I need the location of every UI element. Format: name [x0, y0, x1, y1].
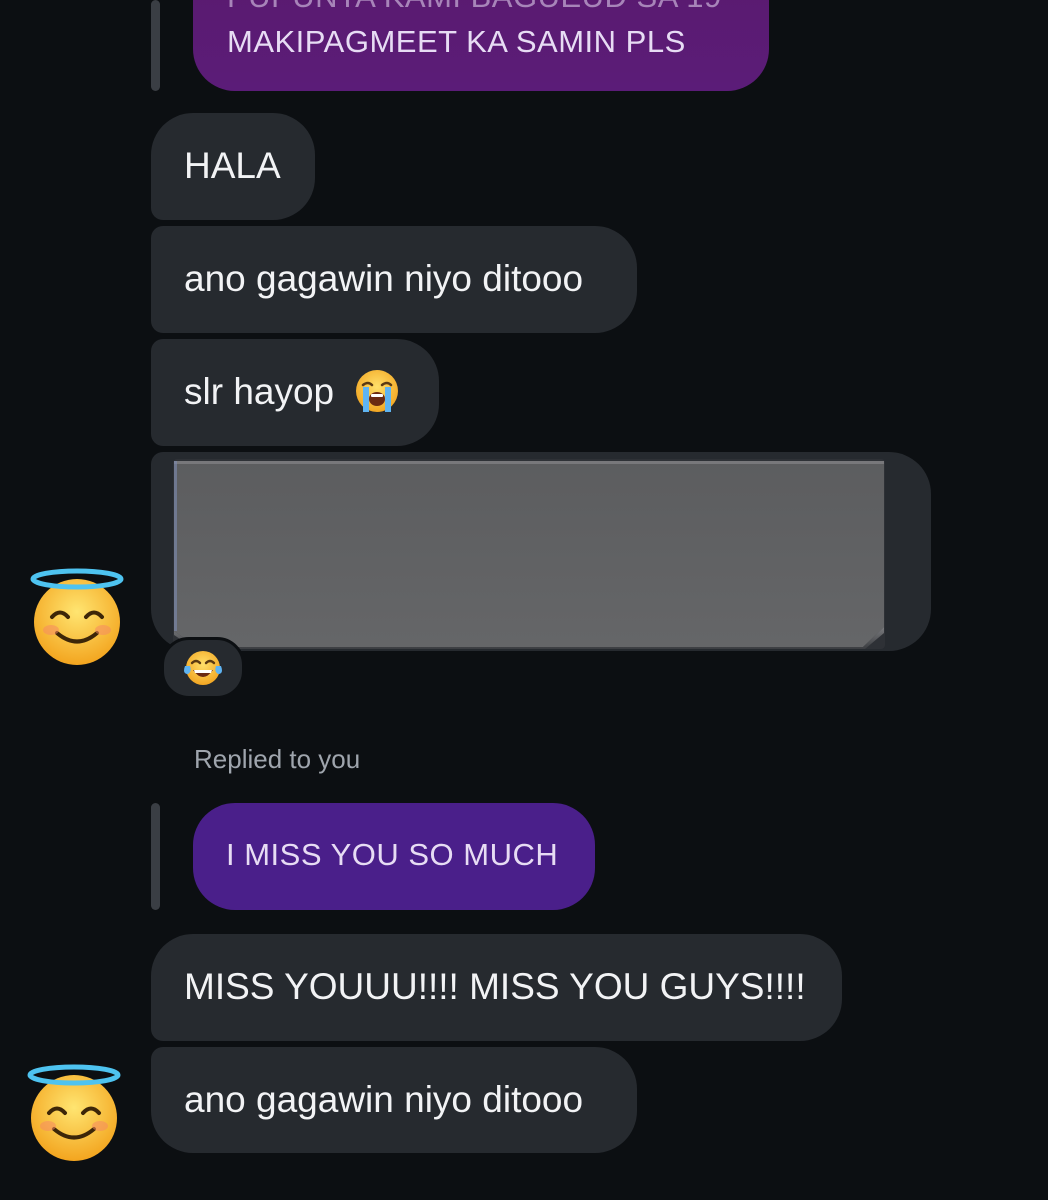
message-text: ano gagawin niyo ditooo	[184, 258, 584, 299]
incoming-message-bubble[interactable]: ano gagawin niyo ditooo	[151, 226, 637, 333]
message-text: slr hayop	[184, 371, 335, 412]
image-message-bubble[interactable]	[151, 452, 931, 651]
smiling-face-with-halo-icon[interactable]	[27, 566, 127, 666]
incoming-message-bubble[interactable]: HALA	[151, 113, 315, 220]
outgoing-message-bubble[interactable]: I MISS YOU SO MUCH	[193, 803, 595, 910]
face-with-tears-of-joy-icon	[184, 651, 222, 685]
smiling-face-with-halo-icon[interactable]	[24, 1062, 124, 1162]
incoming-message-bubble[interactable]: ano gagawin niyo ditooo	[151, 1047, 637, 1153]
shared-image[interactable]	[173, 459, 885, 649]
outgoing-message-line1: PUPUNTA KAMI BAGUEUD SA 19	[227, 0, 722, 18]
message-text: ano gagawin niyo ditooo	[184, 1079, 584, 1120]
message-text: MISS YOUUU!!!! MISS YOU GUYS!!!!	[184, 966, 806, 1007]
message-text: HALA	[184, 145, 281, 186]
incoming-message-bubble[interactable]: MISS YOUUU!!!! MISS YOU GUYS!!!!	[151, 934, 842, 1041]
message-reaction[interactable]	[161, 637, 245, 699]
replied-to-you-label: Replied to you	[194, 744, 361, 774]
outgoing-message-line2: MAKIPAGMEET KA SAMIN PLS	[227, 24, 686, 59]
reply-thread-bar	[151, 0, 160, 91]
message-text: I MISS YOU SO MUCH	[226, 837, 559, 872]
incoming-message-bubble[interactable]: slr hayop	[151, 339, 439, 446]
outgoing-message-bubble[interactable]: PUPUNTA KAMI BAGUEUD SA 19 MAKIPAGMEET K…	[193, 0, 769, 91]
reply-thread-bar	[151, 803, 160, 910]
loudly-crying-face-icon	[356, 370, 398, 412]
chat-screen: PUPUNTA KAMI BAGUEUD SA 19 MAKIPAGMEET K…	[0, 0, 1048, 1200]
